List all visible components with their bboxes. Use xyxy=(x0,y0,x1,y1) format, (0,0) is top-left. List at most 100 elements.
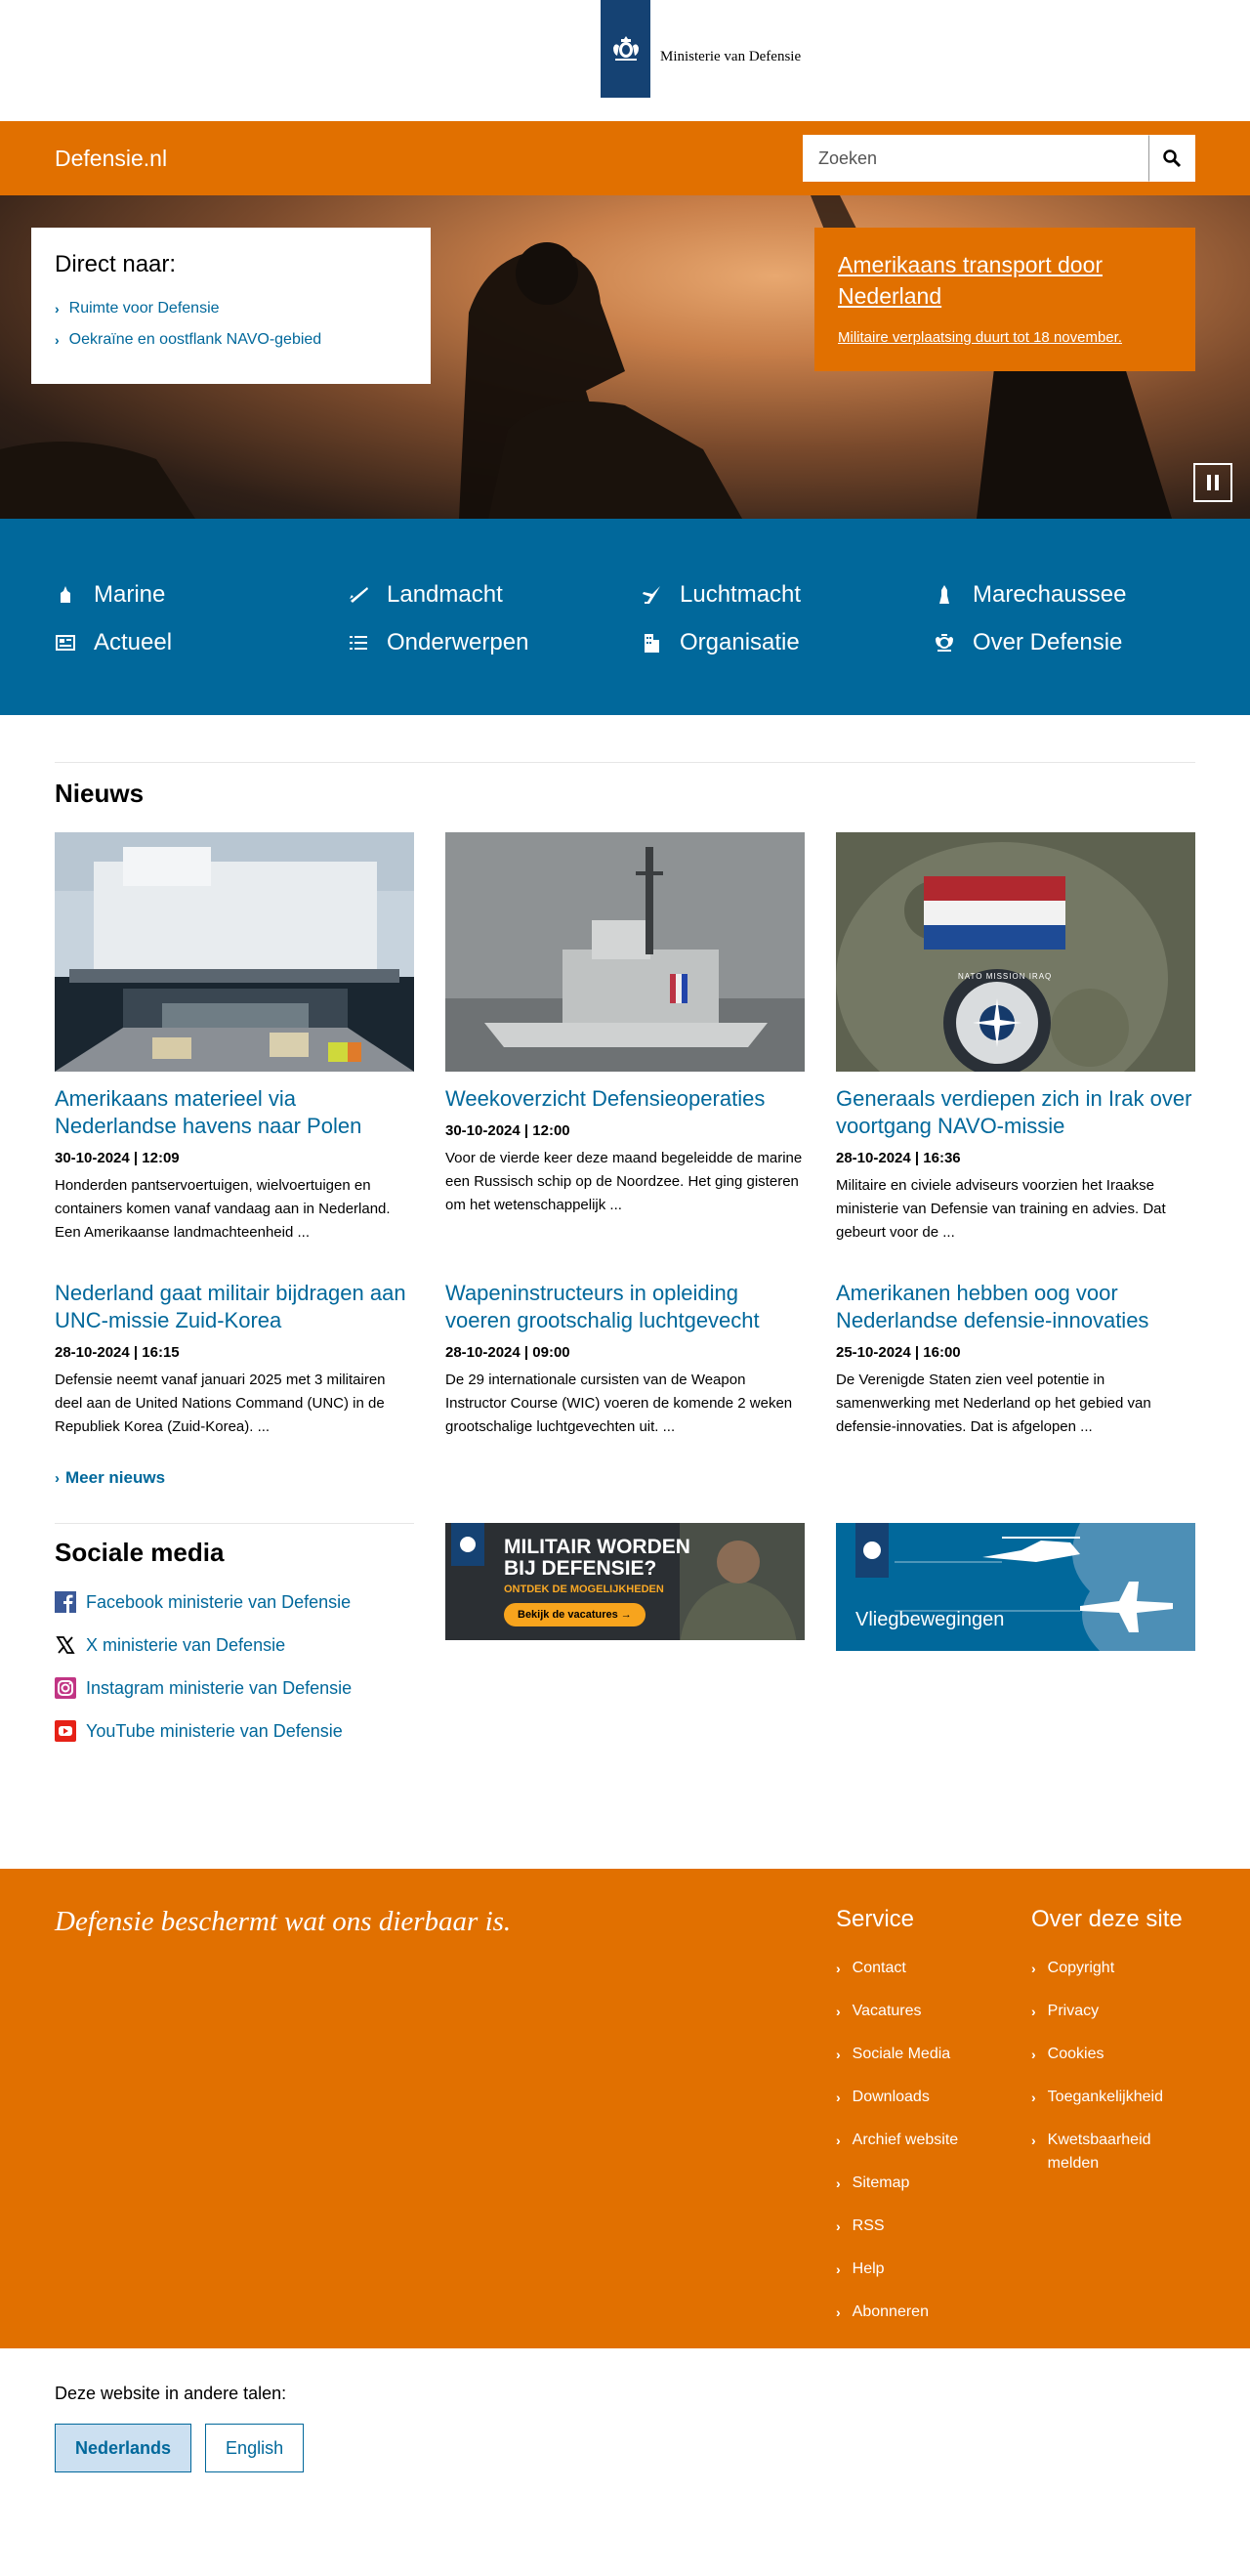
vacatures-button[interactable]: Bekijk de vacatures → xyxy=(504,1603,646,1626)
chevron-right-icon: › xyxy=(836,2133,841,2148)
direct-link[interactable]: Ruimte voor Defensie xyxy=(69,300,220,317)
news-card-desc: De Verenigde Staten zien veel potentie i… xyxy=(836,1372,1151,1435)
pause-carousel-button[interactable] xyxy=(1193,463,1232,502)
direct-link-item[interactable]: › Oekraïne en oostflank NAVO-gebied xyxy=(55,331,407,349)
footer-link-label: Kwetsbaarheid melden xyxy=(1047,2132,1151,2172)
footer-link[interactable]: › RSS xyxy=(836,2215,958,2238)
direct-link-item[interactable]: › Ruimte voor Defensie xyxy=(55,300,407,317)
footer-link[interactable]: › Downloads xyxy=(836,2086,958,2109)
footer-link[interactable]: › Kwetsbaarheid melden xyxy=(1031,2129,1195,2175)
x-icon xyxy=(55,1634,76,1656)
news-card: Amerikaans materieel via Nederlandse hav… xyxy=(55,832,414,1245)
nav-item-onderwerpen[interactable]: Onderwerpen xyxy=(348,629,528,656)
footer-link[interactable]: › Privacy xyxy=(1031,2000,1195,2023)
emblem-icon xyxy=(934,632,955,654)
footer-link[interactable]: › Vacatures xyxy=(836,2000,958,2023)
search-button[interactable] xyxy=(1148,135,1195,182)
language-button-nederlands[interactable]: Nederlands xyxy=(55,2424,192,2472)
vliegbewegingen-banner[interactable]: Vliegbewegingen xyxy=(836,1523,1195,1651)
social-link-label[interactable]: X ministerie van Defensie xyxy=(86,1635,285,1656)
news-card: Nederland gaat militair bijdragen aan UN… xyxy=(55,1280,414,1439)
news-title: Nieuws xyxy=(55,779,145,808)
footer-link-label: Sociale Media xyxy=(852,2046,951,2062)
social-link-x[interactable]: X ministerie van Defensie xyxy=(55,1634,414,1656)
footer-link-label: Privacy xyxy=(1047,2003,1100,2019)
news-card-date: 25-10-2024 | 16:00 xyxy=(836,1344,961,1361)
logo-text: Ministerie van Defensie xyxy=(660,49,802,64)
news-card-title[interactable]: Nederland gaat militair bijdragen aan UN… xyxy=(55,1280,414,1334)
search-input[interactable] xyxy=(803,135,1148,182)
nav-label: Over Defensie xyxy=(973,629,1123,655)
nav-item-organisatie[interactable]: Organisatie xyxy=(641,629,800,656)
social-link-instagram[interactable]: Instagram ministerie van Defensie xyxy=(55,1677,414,1699)
social-link-label[interactable]: Facebook ministerie van Defensie xyxy=(86,1592,351,1613)
featured-story-title[interactable]: Amerikaans transport door Nederland xyxy=(838,249,1172,312)
footer-link[interactable]: › Abonneren xyxy=(836,2301,958,2324)
facebook-icon xyxy=(55,1591,76,1613)
footer-link-label: Archief website xyxy=(852,2132,959,2148)
direct-link[interactable]: Oekraïne en oostflank NAVO-gebied xyxy=(69,331,322,349)
banner-background xyxy=(836,1523,1195,1651)
news-card-title[interactable]: Generaals verdiepen zich in Irak over vo… xyxy=(836,1085,1195,1140)
footer-link[interactable]: › Copyright xyxy=(1031,1957,1195,1980)
chevron-right-icon: › xyxy=(836,2304,841,2320)
footer-link[interactable]: › Archief website xyxy=(836,2129,958,2152)
nav-item-luchtmacht[interactable]: Luchtmacht xyxy=(641,581,801,609)
more-news-link[interactable]: › Meer nieuws xyxy=(55,1468,1195,1488)
social-link-label[interactable]: Instagram ministerie van Defensie xyxy=(86,1678,352,1699)
nav-item-marine[interactable]: Marine xyxy=(55,581,165,609)
news-card-desc: De 29 internationale cursisten van de We… xyxy=(445,1372,793,1435)
vacatures-headline: MILITAIR WORDEN BIJ DEFENSIE? xyxy=(504,1537,690,1580)
footer-about-column: Over deze site › Copyright › Privacy › Cook… xyxy=(1031,1906,1195,2195)
news-card-desc: Honderden pantservoertuigen, wielvoertui… xyxy=(55,1177,391,1241)
nav-item-over-defensie[interactable]: Over Defensie xyxy=(934,629,1122,656)
section-divider xyxy=(55,1523,414,1524)
chevron-right-icon: › xyxy=(55,332,60,348)
news-card: Amerikanen hebben oog voor Nederlandse d… xyxy=(836,1280,1195,1439)
social-media-block: Sociale media Facebook ministerie van De… xyxy=(55,1523,414,1763)
social-link-facebook[interactable]: Facebook ministerie van Defensie xyxy=(55,1591,414,1613)
footer-link-label: Downloads xyxy=(852,2089,930,2105)
featured-story-subtitle[interactable]: Militaire verplaatsing duurt tot 18 nove… xyxy=(838,329,1172,346)
social-media-title: Sociale media xyxy=(55,1538,225,1567)
coat-of-arms-icon xyxy=(612,36,639,61)
chevron-right-icon: › xyxy=(1031,2090,1036,2105)
site-name-link[interactable]: Defensie.nl xyxy=(55,146,167,172)
news-card-title[interactable]: Weekoverzicht Defensieoperaties xyxy=(445,1085,805,1113)
news-image-ship-ramp[interactable] xyxy=(55,832,414,1072)
chevron-right-icon: › xyxy=(836,2090,841,2105)
rijksoverheid-logo[interactable] xyxy=(601,0,650,98)
chevron-right-icon: › xyxy=(836,2261,841,2277)
footer-link-label: Abonneren xyxy=(852,2303,929,2320)
news-card-title[interactable]: Amerikanen hebben oog voor Nederlandse d… xyxy=(836,1280,1195,1334)
footer-link[interactable]: › Contact xyxy=(836,1957,958,1980)
chevron-right-icon: › xyxy=(836,2004,841,2019)
news-card-title[interactable]: Amerikaans materieel via Nederlandse hav… xyxy=(55,1085,414,1140)
footer-link-label: Vacatures xyxy=(852,2003,922,2019)
footer-link[interactable]: › Sociale Media xyxy=(836,2043,958,2066)
news-card: Weekoverzicht Defensieoperaties 30-10-20… xyxy=(445,832,805,1245)
nav-item-actueel[interactable]: Actueel xyxy=(55,629,172,656)
nav-item-marechaussee[interactable]: Marechaussee xyxy=(934,581,1126,609)
language-button-english[interactable]: English xyxy=(205,2424,305,2472)
social-link-youtube[interactable]: YouTube ministerie van Defensie xyxy=(55,1720,414,1742)
more-news-label: Meer nieuws xyxy=(65,1468,166,1487)
news-card-title[interactable]: Wapeninstructeurs in opleiding voeren gr… xyxy=(445,1280,805,1334)
news-image-research-ship[interactable] xyxy=(445,832,805,1072)
site-footer: Defensie beschermt wat ons dierbaar is. … xyxy=(0,1869,1250,2348)
footer-link[interactable]: › Help xyxy=(836,2258,958,2281)
vacatures-banner[interactable]: MILITAIR WORDEN BIJ DEFENSIE? ONTDEK DE … xyxy=(445,1523,805,1640)
main-navigation: Marine Landmacht Luchtmacht Marechaussee… xyxy=(0,519,1250,715)
ship-icon xyxy=(55,584,76,606)
news-image-nato-patch[interactable]: NATO MISSION IRAQ xyxy=(836,832,1195,1072)
nav-item-landmacht[interactable]: Landmacht xyxy=(348,581,503,609)
chevron-right-icon: › xyxy=(836,2175,841,2191)
social-link-label[interactable]: YouTube ministerie van Defensie xyxy=(86,1721,343,1742)
footer-link[interactable]: › Sitemap xyxy=(836,2172,958,2195)
newspaper-icon xyxy=(55,632,76,654)
footer-link[interactable]: › Cookies xyxy=(1031,2043,1195,2066)
news-card-date: 28-10-2024 | 16:36 xyxy=(836,1150,961,1166)
footer-link-label: Cookies xyxy=(1047,2046,1104,2062)
nav-label: Organisatie xyxy=(680,629,800,655)
footer-link[interactable]: › Toegankelijkheid xyxy=(1031,2086,1195,2109)
